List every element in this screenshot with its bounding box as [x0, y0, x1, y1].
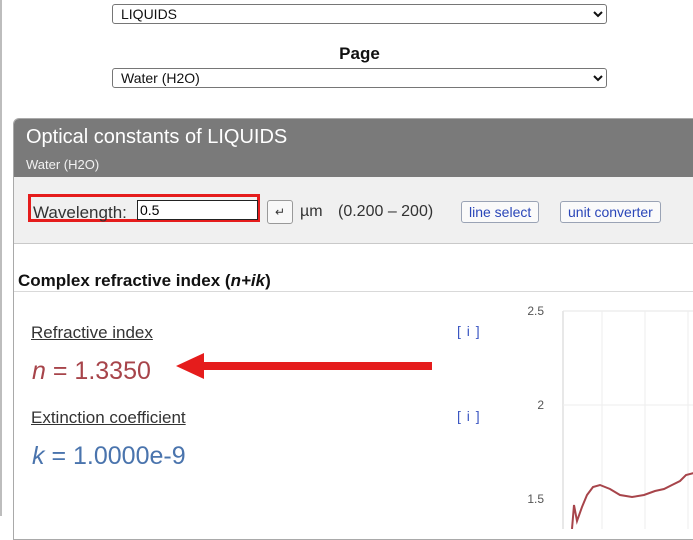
refractive-index-label[interactable]: Refractive index — [31, 323, 153, 343]
enter-button[interactable]: ↵ — [267, 200, 293, 224]
wavelength-range: (0.200 – 200) — [338, 203, 434, 220]
refractive-index-chart — [562, 310, 693, 529]
wavelength-bar: Wavelength: ↵ µm (0.200 – 200) line sele… — [14, 177, 693, 244]
wavelength-unit: µm — [300, 203, 323, 220]
section-divider — [14, 291, 693, 292]
n-curve — [571, 472, 693, 529]
arrow-head — [176, 353, 204, 379]
page-select[interactable]: Water (H2O) — [112, 68, 607, 88]
wavelength-label: Wavelength: — [33, 203, 127, 222]
red-arrow-annotation — [176, 353, 432, 379]
k-equals: = — [51, 442, 67, 470]
k-symbol: k — [32, 442, 45, 470]
line-select-button[interactable]: line select — [461, 201, 540, 223]
shelf-select[interactable]: LIQUIDS — [112, 4, 607, 24]
extinction-coefficient-value: k = 1.0000e-9 — [32, 442, 186, 471]
panel-header: Optical constants of LIQUIDS Water (H2O) — [14, 119, 693, 177]
refractive-index-info-link[interactable]: [ i ] — [457, 323, 481, 339]
n-symbol: n — [32, 357, 46, 385]
complex-index-title: Complex refractive index (n+ik) — [18, 271, 271, 291]
y-tick-label: 2 — [537, 398, 544, 412]
panel-title: Optical constants of LIQUIDS — [26, 126, 288, 148]
complex-index-formula: n+ik — [230, 271, 266, 290]
arrow-shaft — [202, 362, 432, 370]
page-label: Page — [339, 44, 380, 63]
panel-subtitle: Water (H2O) — [26, 157, 100, 172]
k-number: 1.0000e-9 — [73, 442, 186, 470]
optical-constants-panel: Optical constants of LIQUIDS Water (H2O)… — [13, 118, 693, 540]
y-tick-label: 2.5 — [527, 304, 544, 318]
complex-index-title-suffix: ) — [265, 271, 271, 290]
extinction-coefficient-label[interactable]: Extinction coefficient — [31, 408, 186, 428]
unit-converter-button[interactable]: unit converter — [560, 201, 661, 223]
complex-index-title-prefix: Complex refractive index ( — [18, 271, 231, 290]
refractive-index-value: n = 1.3350 — [32, 357, 151, 386]
n-equals: = — [52, 357, 68, 385]
left-border — [0, 0, 2, 516]
extinction-coefficient-info-link[interactable]: [ i ] — [457, 408, 481, 424]
y-tick-label: 1.5 — [527, 492, 544, 506]
wavelength-input[interactable] — [137, 200, 258, 220]
n-number: 1.3350 — [74, 357, 151, 385]
